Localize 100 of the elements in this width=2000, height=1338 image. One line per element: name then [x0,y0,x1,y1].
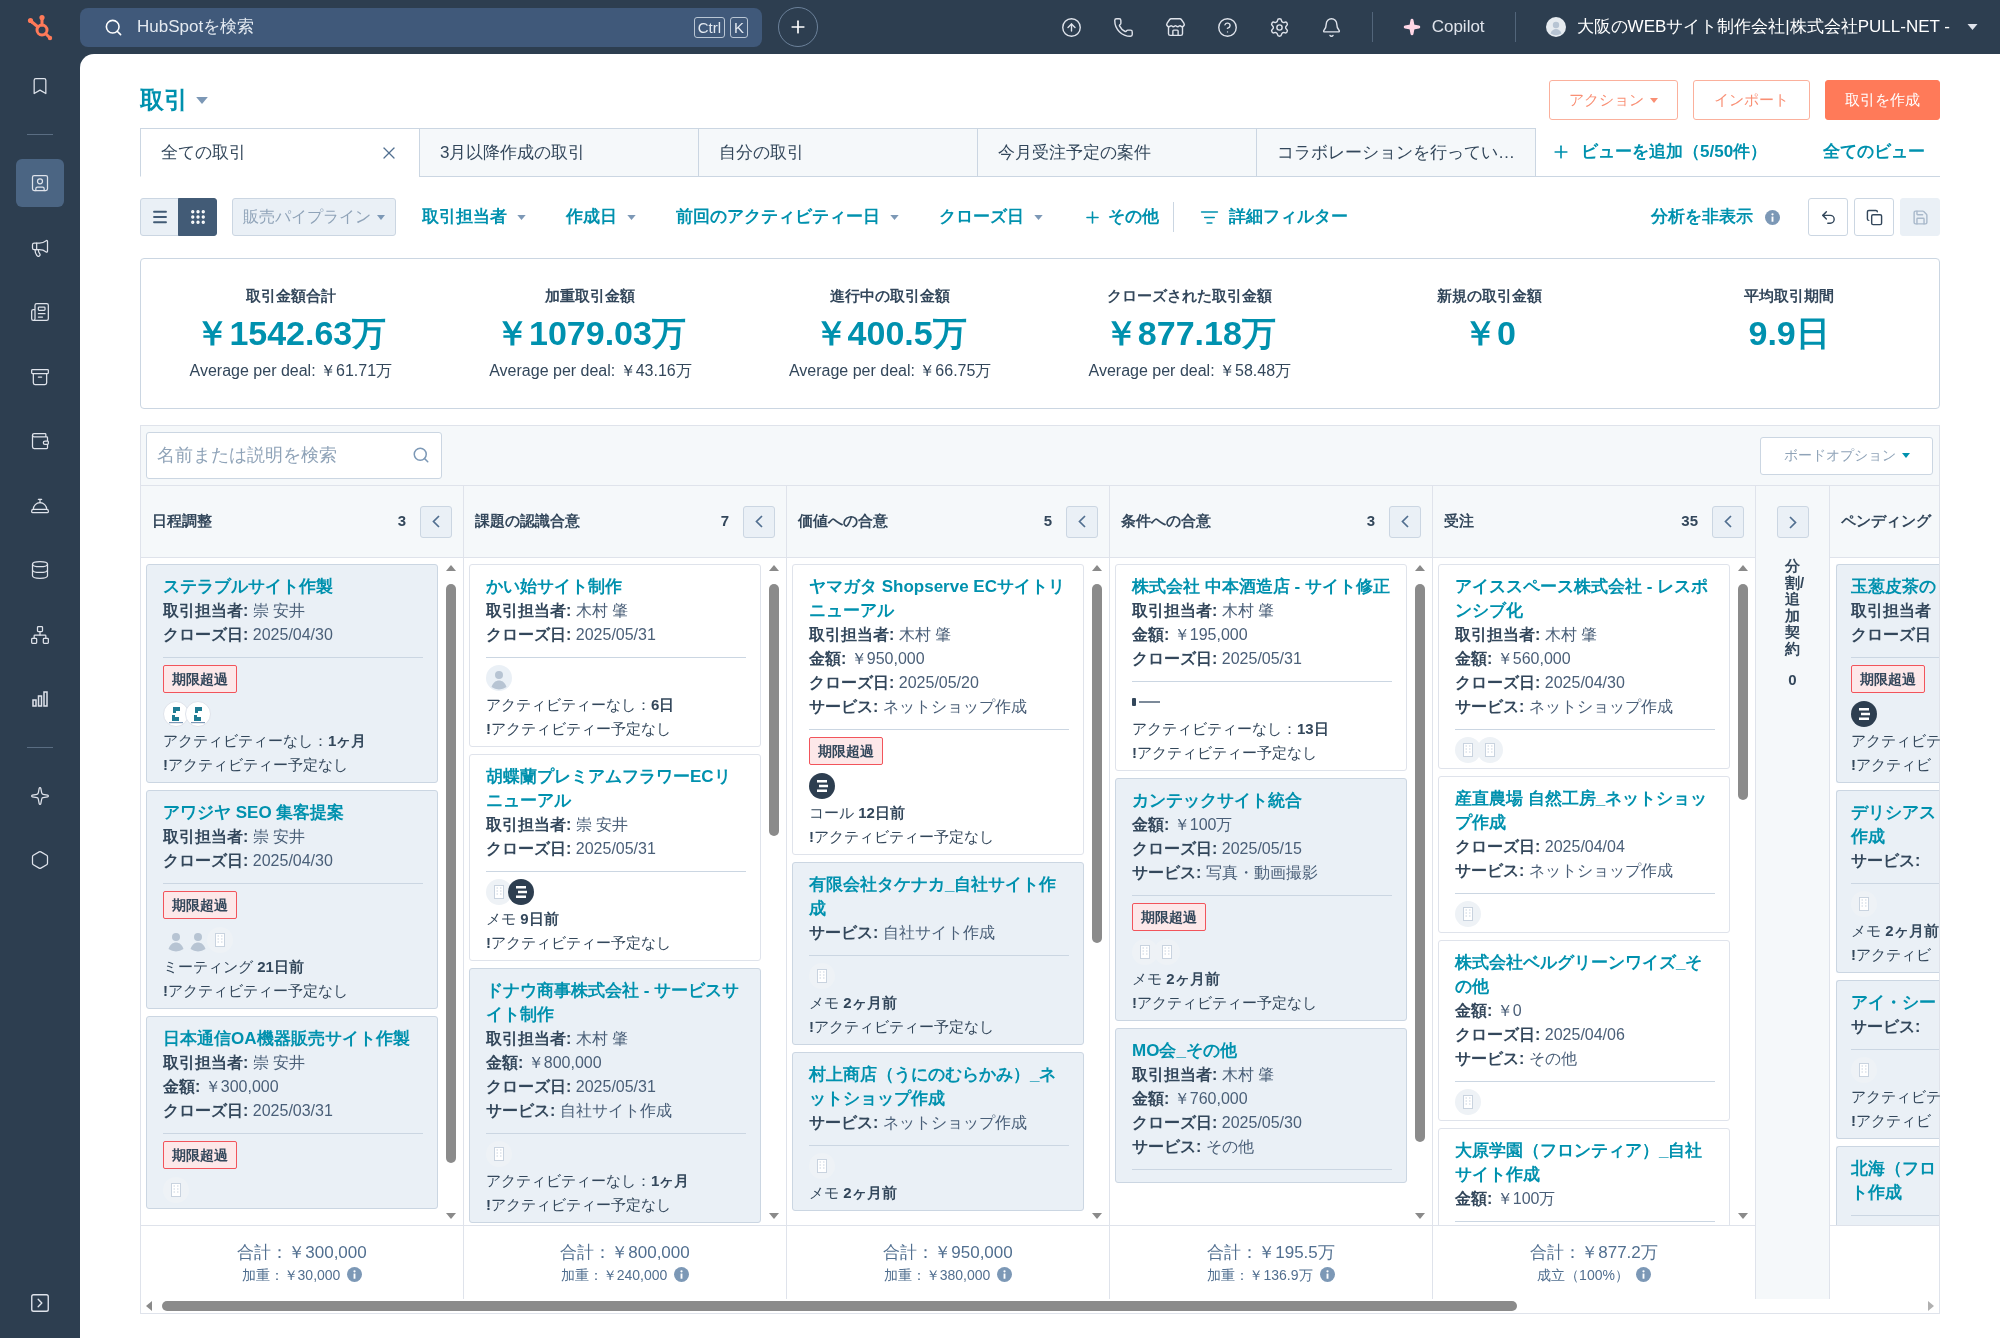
scrollbar-thumb[interactable] [1737,584,1748,800]
import-button[interactable]: インポート [1693,80,1810,120]
deal-card[interactable]: MO会_その他 取引担当者: 木村 肇 金額: ￥760,000 クローズ日: 2025/05/30 サービス: その他 [1115,1028,1407,1183]
deal-title[interactable]: 北海（フロ ト作成 [1851,1157,1939,1205]
board-view-button[interactable] [178,198,217,236]
filter-dropdown[interactable]: 作成日 [566,204,636,230]
deal-title[interactable]: 玉葱皮茶の [1851,575,1939,599]
expand-column-button[interactable] [1776,506,1809,538]
deal-title[interactable]: アイ・シー [1851,991,1939,1015]
deal-card[interactable]: 株式会社 中本酒造店 - サイト修正 取引担当者: 木村 肇 金額: ￥195,000 クローズ日: 2025/05/31 アクティビティーなし：13日 !アクティビティー予定なし [1115,564,1407,771]
filter-dropdown[interactable]: クローズ日 [939,204,1043,230]
scroll-down-icon[interactable] [1091,1213,1102,1219]
collapse-column-button[interactable] [1712,505,1744,538]
phone-icon[interactable] [1112,16,1134,38]
deal-title[interactable]: MO会_その他 [1132,1039,1392,1063]
sprocket-logo-icon[interactable] [26,13,54,41]
scroll-up-icon[interactable] [1737,565,1748,571]
info-icon[interactable] [1319,1267,1335,1282]
deal-title[interactable]: 株式会社ベルグリーンワイズ_その他 [1455,951,1715,999]
deal-card[interactable]: アワジヤ SEO 集客提案 取引担当者: 崇 安井 クローズ日: 2025/04/30 期限超過 ミーティング 21日前 !アクティビティー予定なし [146,790,438,1009]
scrollbar-thumb[interactable] [162,1301,1517,1311]
scroll-up-icon[interactable] [768,565,779,571]
actions-dropdown[interactable]: アクション [1549,80,1678,120]
deal-title[interactable]: 産直農場 自然工房_ネットショップ作成 [1455,787,1715,835]
deal-card[interactable]: 北海（フロ ト作成 [1836,1146,1939,1225]
deal-title[interactable]: アワジヤ SEO 集客提案 [163,801,423,825]
scroll-down-icon[interactable] [445,1213,456,1219]
hide-analytics-link[interactable]: 分析を非表示 [1651,204,1753,230]
scrollbar-thumb[interactable] [445,584,456,1163]
list-view-button[interactable] [140,198,179,236]
scroll-down-icon[interactable] [1414,1213,1425,1219]
view-tab[interactable]: 今月受注予定の案件 [977,128,1257,177]
undo-button[interactable] [1808,198,1848,236]
deal-card[interactable]: ヤマガタ Shopserve ECサイトリニューアル 取引担当者: 木村 肇 金額: ￥950,000 クローズ日: 2025/05/20 サービス: ネットショップ作成 期限超過 コール 12日前 !アクティビティー予定なし [792,564,1084,855]
page-title-dropdown[interactable]: 取引 [140,82,208,118]
scroll-right-icon[interactable] [1928,1301,1934,1311]
info-icon[interactable] [997,1267,1013,1282]
deal-title[interactable]: ヤマガタ Shopserve ECサイトリニューアル [809,575,1069,623]
scrollbar-thumb[interactable] [768,584,779,836]
account-menu[interactable]: 大阪のWEBサイト制作会社|株式会社PULL-NET - [1545,14,1978,40]
scrollbar-thumb[interactable] [1091,584,1102,943]
filter-dropdown[interactable]: 取引担当者 [422,204,526,230]
deal-title[interactable]: カンテックサイト統合 [1132,789,1392,813]
deal-card[interactable]: 大原学園（フロンティア）_自社サイト作成 金額: ￥100万 [1438,1128,1730,1225]
deal-title[interactable]: 有限会社タケナカ_自社サイト作成 [809,873,1069,921]
view-tab[interactable]: 自分の取引 [698,128,978,177]
deal-card[interactable]: デリシアス 作成 サービス: メモ 2ヶ月前 !アクティビ [1836,790,1939,973]
collapse-column-button[interactable] [420,505,452,538]
scroll-down-icon[interactable] [768,1213,779,1219]
deal-card[interactable]: ステラブルサイト作製 取引担当者: 崇 安井 クローズ日: 2025/04/30 期限超過 アクティビティーなし：1ヶ月 !アクティビティー予定なし [146,564,438,783]
deal-title[interactable]: 株式会社 中本酒造店 - サイト修正 [1132,575,1392,599]
deal-title[interactable]: デリシアス 作成 [1851,801,1939,849]
deal-card[interactable]: 有限会社タケナカ_自社サイト作成 サービス: 自社サイト作成 メモ 2ヶ月前 !アクティビティー予定なし [792,862,1084,1045]
deal-title[interactable]: 日本通信OA機器販売サイト作製 [163,1027,423,1051]
deal-card[interactable]: 日本通信OA機器販売サイト作製 取引担当者: 崇 安井 金額: ￥300,000 クローズ日: 2025/03/31 期限超過 [146,1016,438,1209]
deal-title[interactable]: アイススペース株式会社 - レスポンシブ化 [1455,575,1715,623]
deal-card[interactable]: かい始サイト制作 取引担当者: 木村 肇 クローズ日: 2025/05/31 アクティビティーなし：6日 !アクティビティー予定なし [469,564,761,747]
scroll-up-icon[interactable] [1414,565,1425,571]
advanced-filters-button[interactable]: 詳細フィルター [1200,204,1348,230]
settings-icon[interactable] [1268,16,1290,38]
scroll-down-icon[interactable] [1737,1213,1748,1219]
deal-title[interactable]: かい始サイト制作 [486,575,746,599]
deal-card[interactable]: アイ・シー サービス: アクティビテ !アクティビ [1836,980,1939,1139]
board-options-dropdown[interactable]: ボードオプション [1760,436,1933,475]
deal-card[interactable]: 株式会社ベルグリーンワイズ_その他 金額: ￥0 クローズ日: 2025/04/06 サービス: その他 [1438,940,1730,1121]
info-icon[interactable] [1635,1267,1651,1282]
deal-title[interactable]: 胡蝶蘭プレミアムフラワーECリニューアル [486,765,746,813]
deal-card[interactable]: 胡蝶蘭プレミアムフラワーECリニューアル 取引担当者: 崇 安井 クローズ日: 2025/05/31 メモ 9日前 !アクティビティー予定なし [469,754,761,961]
info-icon[interactable] [347,1267,363,1282]
deal-title[interactable]: ステラブルサイト作製 [163,575,423,599]
all-views-link[interactable]: 全てのビュー [1823,139,1925,165]
create-deal-button[interactable]: 取引を作成 [1825,80,1940,120]
deal-title[interactable]: 村上商店（うにのむらかみ）_ネットショップ作成 [809,1063,1069,1111]
deal-title[interactable]: ドナウ商事株式会社 - サービスサイト制作 [486,979,746,1027]
collapse-column-button[interactable] [743,505,775,538]
copilot-button[interactable]: Copilot [1402,14,1485,40]
view-tab[interactable]: 3月以降作成の取引 [419,128,699,177]
deal-card[interactable]: ドナウ商事株式会社 - サービスサイト制作 取引担当者: 木村 肇 金額: ￥800,000 クローズ日: 2025/05/31 サービス: 自社サイト作成 アクティビティーなし：1ヶ月 !アクティビティー予定なし [469,968,761,1223]
deal-card[interactable]: 村上商店（うにのむらかみ）_ネットショップ作成 サービス: ネットショップ作成 メモ 2ヶ月前 [792,1052,1084,1211]
add-view-link[interactable]: ビューを追加（5/50件） [1551,139,1768,165]
deal-title[interactable]: 大原学園（フロンティア）_自社サイト作成 [1455,1139,1715,1187]
deal-card[interactable]: アイススペース株式会社 - レスポンシブ化 取引担当者: 木村 肇 金額: ￥560,000 クローズ日: 2025/04/30 サービス: ネットショップ作成 [1438,564,1730,769]
filter-dropdown[interactable]: 前回のアクティビティー日 [676,204,899,230]
scroll-left-icon[interactable] [146,1301,152,1311]
scroll-up-icon[interactable] [1091,565,1102,571]
help-icon[interactable] [1216,16,1238,38]
bell-icon[interactable] [1320,16,1342,38]
collapse-column-button[interactable] [1066,505,1098,538]
store-icon[interactable] [1164,16,1186,38]
scrollbar-thumb[interactable] [1414,584,1425,1142]
search-field[interactable]: 名前または説明を検索 [146,432,442,479]
copy-button[interactable] [1854,198,1894,236]
view-tab[interactable]: 全ての取引 [140,128,420,177]
deal-card[interactable]: 玉葱皮茶の 取引担当者 クローズ日 期限超過 アクティビテ !アクティビ [1836,564,1939,783]
scroll-up-icon[interactable] [445,565,456,571]
deal-card[interactable]: カンテックサイト統合 金額: ￥100万 クローズ日: 2025/05/15 サービス: 写真・動画撮影 期限超過 メモ 2ヶ月前 !アクティビティー予定なし [1115,778,1407,1021]
more-filters-button[interactable]: その他 [1083,204,1159,230]
sidebar-item[interactable] [16,159,64,207]
view-tab[interactable]: コラボレーションを行ってい… [1256,128,1536,177]
pipeline-dropdown[interactable]: 販売パイプライン [232,198,396,236]
